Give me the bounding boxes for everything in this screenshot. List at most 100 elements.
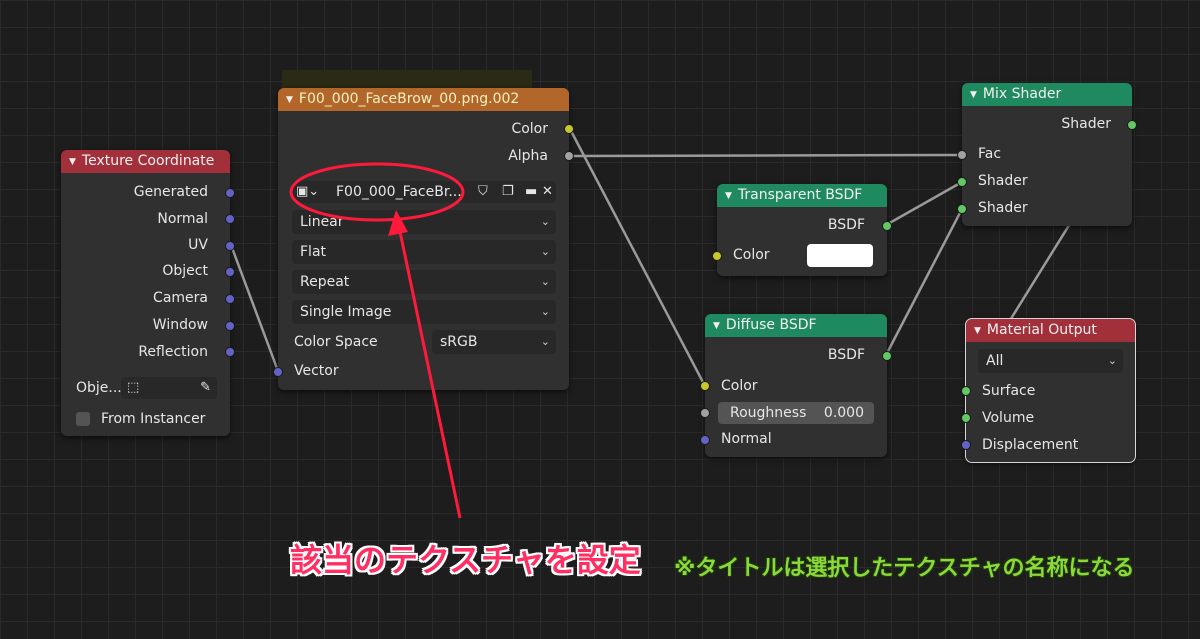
node-header[interactable]: ▼ Diffuse BSDF	[705, 314, 887, 337]
image-name-field[interactable]: F00_000_FaceBr...	[336, 181, 462, 203]
socket-object[interactable]	[225, 267, 235, 277]
chevron-down-icon: ⌄	[1107, 354, 1117, 367]
node-header[interactable]: ▼ Transparent BSDF	[717, 184, 887, 207]
output-bsdf: BSDF	[827, 217, 865, 233]
output-color: Color	[511, 121, 548, 137]
link-color-diffuse	[568, 128, 707, 387]
input-normal: Normal	[721, 431, 772, 447]
node-header[interactable]: ▼ F00_000_FaceBrow_00.png.002	[278, 88, 569, 111]
collapse-icon[interactable]: ▼	[286, 95, 293, 105]
output-camera: Camera	[153, 290, 208, 306]
socket-normal[interactable]	[225, 214, 235, 224]
node-title: Mix Shader	[982, 86, 1062, 102]
input-displacement: Displacement	[982, 437, 1079, 453]
duplicate-icon[interactable]: ❐	[502, 181, 514, 203]
node-header[interactable]: ▼ Material Output	[966, 319, 1135, 342]
image-texture-node[interactable]: ▼ F00_000_FaceBrow_00.png.002 Color Alpha…	[273, 88, 574, 390]
input-fac: Fac	[978, 146, 1002, 162]
input-color: Color	[721, 378, 758, 394]
roughness-label: Roughness	[730, 405, 807, 421]
node-header[interactable]: ▼ Mix Shader	[962, 83, 1132, 106]
annotation-main-text: 該当のテクスチャを設定	[290, 541, 641, 579]
collapse-icon[interactable]: ▼	[725, 191, 732, 201]
source-value: Single Image	[300, 304, 392, 320]
node-title: Diffuse BSDF	[725, 317, 817, 333]
extension-dropdown[interactable]: Repeat ⌄	[292, 270, 556, 294]
folder-icon[interactable]: ▬	[525, 181, 537, 203]
socket-shader-out[interactable]	[1127, 120, 1137, 130]
output-bsdf: BSDF	[827, 347, 865, 363]
output-reflection: Reflection	[138, 344, 208, 360]
node-title: Material Output	[986, 322, 1097, 338]
socket-fac[interactable]	[957, 150, 967, 160]
interpolation-dropdown[interactable]: Linear ⌄	[292, 210, 556, 234]
socket-reflection[interactable]	[225, 347, 235, 357]
from-instancer-checkbox[interactable]	[76, 412, 90, 426]
node-title: F00_000_FaceBrow_00.png.002	[298, 91, 520, 107]
object-icon: ⬚	[127, 380, 140, 395]
socket-camera[interactable]	[225, 294, 235, 304]
collapse-icon[interactable]: ▼	[970, 90, 977, 100]
node-title: Texture Coordinate	[81, 153, 215, 169]
socket-shader-2[interactable]	[957, 204, 967, 214]
color-space-value: sRGB	[440, 334, 478, 350]
socket-surface[interactable]	[961, 386, 971, 396]
output-object: Object	[162, 263, 208, 279]
from-instancer-label: From Instancer	[101, 411, 206, 427]
target-value: All	[986, 353, 1004, 369]
input-vector: Vector	[294, 363, 339, 379]
chevron-down-icon: ⌄	[540, 215, 550, 228]
socket-color[interactable]	[564, 124, 574, 134]
collapse-icon[interactable]: ▼	[713, 321, 720, 331]
source-dropdown[interactable]: Single Image ⌄	[292, 300, 556, 324]
mix-shader-node[interactable]: ▼ Mix Shader Shader Fac Shader Shader	[957, 83, 1137, 226]
socket-normal[interactable]	[700, 435, 710, 445]
collapse-icon[interactable]: ▼	[974, 326, 981, 336]
object-field[interactable]: ⬚ ✎	[121, 377, 217, 399]
input-volume: Volume	[982, 410, 1035, 426]
link-diffuse-shader	[884, 208, 964, 356]
color-swatch[interactable]	[807, 244, 873, 267]
socket-vector[interactable]	[273, 367, 283, 377]
texture-coordinate-node[interactable]: ▼ Texture Coordinate Generated Normal UV …	[61, 150, 235, 436]
transparent-bsdf-node[interactable]: ▼ Transparent BSDF BSDF Color	[712, 184, 892, 276]
socket-window[interactable]	[225, 321, 235, 331]
node-title: Transparent BSDF	[737, 187, 863, 203]
interpolation-value: Linear	[300, 214, 344, 230]
target-dropdown[interactable]: All ⌄	[978, 349, 1123, 373]
annotation-note-text: ※タイトルは選択したテクスチャの名称になる	[674, 556, 1135, 581]
input-color: Color	[733, 247, 770, 263]
socket-color[interactable]	[700, 381, 710, 391]
link-uv-vector	[229, 244, 280, 372]
projection-value: Flat	[300, 244, 327, 260]
socket-shader-1[interactable]	[957, 177, 967, 187]
chevron-down-icon: ⌄	[540, 335, 550, 348]
socket-color[interactable]	[712, 251, 722, 261]
output-alpha: Alpha	[508, 148, 548, 164]
socket-uv[interactable]	[225, 241, 235, 251]
color-space-dropdown[interactable]: sRGB ⌄	[432, 330, 556, 354]
roughness-field[interactable]: Roughness 0.000	[718, 402, 874, 424]
image-selector[interactable]: ▣⌄ F00_000_FaceBr... ⛉ ❐ ▬ ✕	[292, 181, 556, 203]
socket-roughness[interactable]	[700, 408, 710, 418]
output-window: Window	[152, 317, 208, 333]
eyedropper-icon[interactable]: ✎	[200, 377, 211, 399]
output-normal: Normal	[157, 211, 208, 227]
image-browse-icon[interactable]: ▣⌄	[296, 181, 319, 203]
socket-displacement[interactable]	[961, 440, 971, 450]
socket-generated[interactable]	[225, 188, 235, 198]
collapse-icon[interactable]: ▼	[69, 157, 76, 167]
input-shader-2: Shader	[978, 200, 1028, 216]
projection-dropdown[interactable]: Flat ⌄	[292, 240, 556, 264]
socket-bsdf[interactable]	[882, 351, 892, 361]
socket-alpha[interactable]	[564, 151, 574, 161]
close-icon[interactable]: ✕	[542, 181, 553, 203]
diffuse-bsdf-node[interactable]: ▼ Diffuse BSDF BSDF Color Roughness 0.000…	[700, 314, 892, 457]
node-header[interactable]: ▼ Texture Coordinate	[61, 150, 230, 173]
chevron-down-icon: ⌄	[540, 275, 550, 288]
chevron-down-icon: ⌄	[540, 245, 550, 258]
material-output-node[interactable]: ▼ Material Output All ⌄ Surface Volume Di…	[961, 318, 1136, 463]
fake-user-icon[interactable]: ⛉	[478, 181, 488, 203]
socket-volume[interactable]	[961, 413, 971, 423]
socket-bsdf[interactable]	[882, 221, 892, 231]
